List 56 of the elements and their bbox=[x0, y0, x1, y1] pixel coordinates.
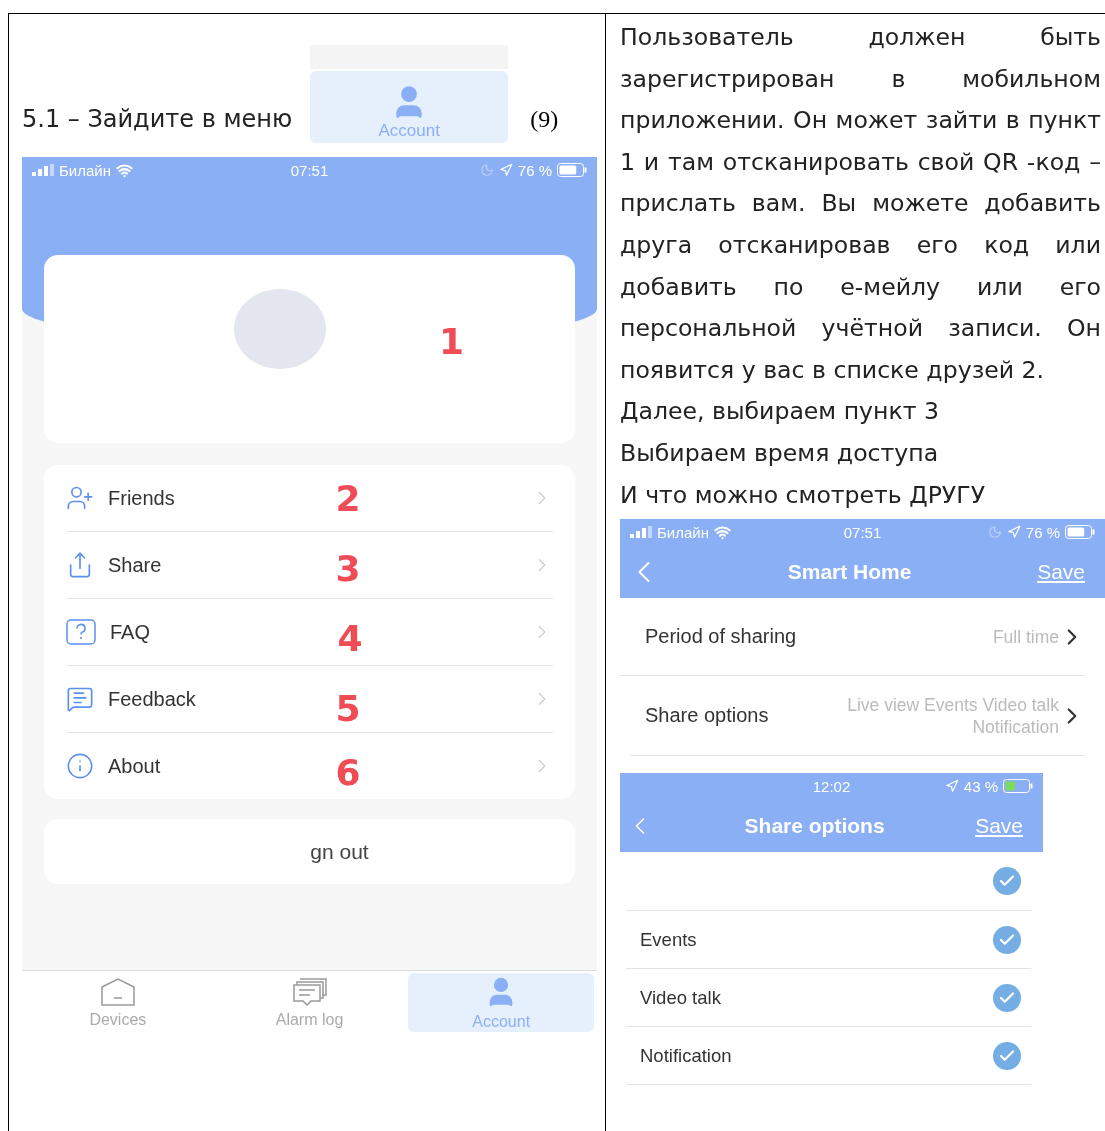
annotation-number: 6 bbox=[334, 751, 362, 793]
checkbox[interactable] bbox=[993, 925, 1021, 954]
message-icon bbox=[66, 685, 94, 713]
paragraph: Выбираем время доступа bbox=[619, 437, 940, 469]
menu-item[interactable]: Feedback bbox=[108, 687, 288, 711]
settings-row[interactable]: Share options Live view Events Video talk Notification bbox=[630, 676, 1085, 757]
option-label: Notification bbox=[640, 1044, 732, 1067]
carrier-name: Билайн bbox=[59, 161, 111, 179]
sign-out-button[interactable]: gn out bbox=[44, 819, 575, 884]
question-icon bbox=[66, 619, 96, 645]
messages-icon bbox=[291, 976, 328, 1007]
clock-time: 07:51 bbox=[843, 523, 882, 541]
moon-icon bbox=[987, 525, 1002, 540]
user-plus-icon bbox=[66, 484, 94, 512]
wifi-icon bbox=[714, 523, 731, 541]
checkbox[interactable] bbox=[993, 867, 1021, 896]
annotation-number: 5 bbox=[334, 687, 362, 729]
signal-icon bbox=[630, 526, 652, 539]
checkbox[interactable] bbox=[993, 1041, 1021, 1070]
moon-icon bbox=[479, 163, 494, 177]
location-arrow-icon bbox=[1006, 525, 1021, 540]
paragraph: И что можно смотреть ДРУГУ bbox=[619, 479, 986, 511]
location-arrow-icon bbox=[944, 779, 959, 794]
battery-icon bbox=[1065, 525, 1095, 540]
clock-time: 12:02 bbox=[812, 777, 851, 795]
paragraph: Пользователь должен быть зарегистрирован в мобильном приложении. Он может зайти в пункт 1 и там отсканировать свой QR -код – прислать вам. Вы можете добавить друга отсканировав его код или добавить по е-мейлу или его персональной учётной записи. Он появится у вас в списке друзей 2. bbox=[619, 22, 1102, 386]
figure-reference: (9) bbox=[530, 106, 559, 134]
carrier-name: Билайн bbox=[657, 523, 709, 541]
clock-time: 07:51 bbox=[290, 161, 329, 179]
battery-icon bbox=[557, 163, 587, 177]
menu-item[interactable]: Friends bbox=[108, 486, 288, 510]
wifi-icon bbox=[116, 161, 133, 179]
annotation-number: 3 bbox=[334, 547, 362, 589]
screen-title: Share options bbox=[743, 813, 886, 838]
battery-percent: 76 % bbox=[1025, 523, 1060, 541]
profile-card[interactable]: 1 bbox=[44, 255, 575, 443]
screen-title: Smart Home bbox=[786, 559, 913, 584]
menu-item[interactable]: About bbox=[108, 754, 288, 778]
house-icon bbox=[99, 976, 136, 1007]
battery-icon bbox=[1003, 779, 1033, 794]
annotation-number: 4 bbox=[336, 617, 364, 659]
battery-percent: 76 % bbox=[517, 161, 552, 179]
annotation-number: 1 bbox=[439, 321, 465, 362]
section-heading: 5.1 – Зайдите в меню bbox=[22, 105, 293, 135]
menu-item[interactable]: Share bbox=[108, 553, 288, 577]
location-arrow-icon bbox=[498, 163, 513, 177]
paragraph: Далее, выбираем пункт 3 bbox=[619, 396, 940, 428]
checkbox[interactable] bbox=[993, 983, 1021, 1012]
option-label: Video talk bbox=[640, 986, 721, 1009]
annotation-number: 2 bbox=[334, 477, 362, 519]
info-icon bbox=[66, 752, 94, 780]
menu-item[interactable]: FAQ bbox=[110, 620, 290, 644]
option-label: Events bbox=[640, 928, 697, 951]
battery-percent: 43 % bbox=[963, 777, 998, 795]
settings-row[interactable]: Period of sharing Full time bbox=[620, 598, 1085, 677]
signal-icon bbox=[32, 164, 54, 176]
